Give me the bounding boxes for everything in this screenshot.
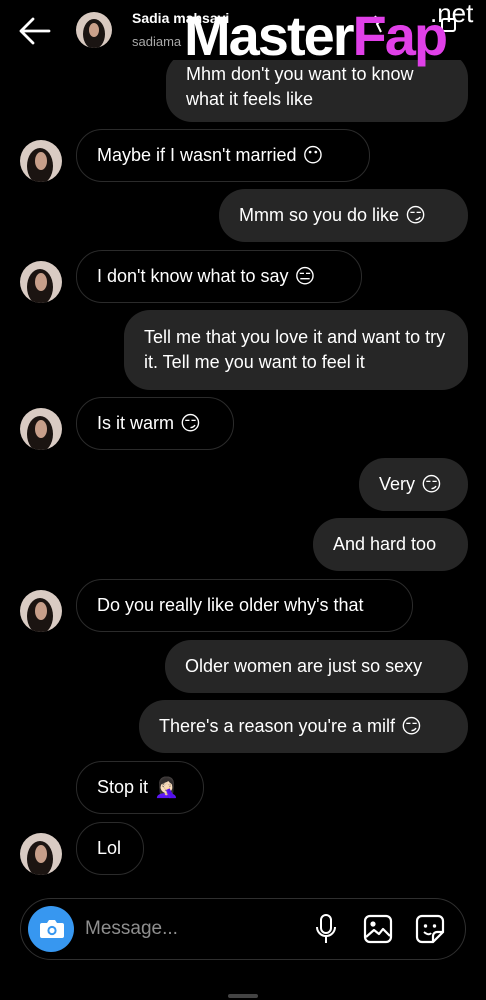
message-received[interactable]: Is it warm 😏 [76,397,234,450]
emoji: 🤦🏻‍♀️ [154,776,179,799]
home-indicator [228,994,258,998]
message-received[interactable]: Lol [76,822,144,875]
message-text: I don't know what to say [97,266,289,286]
back-arrow-icon[interactable] [18,16,52,46]
message-text: Mhm don't you want to know what it feels… [186,64,414,109]
message-sent[interactable]: Mmm so you do like 😏 [219,189,468,242]
emoji: 😶 [302,144,324,167]
message-sent[interactable]: Very 😏 [359,458,468,511]
camera-icon [40,920,64,938]
message-sent[interactable]: There's a reason you're a milf 😏 [139,700,468,753]
message-text: There's a reason you're a milf [159,716,395,736]
message-text: Older women are just so sexy [185,656,423,676]
microphone-icon[interactable] [315,913,337,945]
avatar[interactable] [20,408,62,450]
emoji: 😏 [421,473,442,496]
watermark-suffix: .net [430,0,474,28]
sticker-icon[interactable] [415,914,445,944]
message-text: Tell me that you love it and want to try… [144,327,446,372]
message-text: Maybe if I wasn't married [97,145,297,165]
contact-username: sadiama [132,34,182,49]
avatar[interactable] [20,833,62,875]
message-text: Stop it [97,777,149,797]
emoji: 😏 [405,204,426,227]
emoji: 😏 [180,412,201,435]
message-text: Do you really like older why's that [97,595,364,615]
message-sent[interactable]: Older women are just so sexy [165,640,468,693]
message-text: Lol [97,838,122,858]
watermark-logo: MasterFap .net [184,0,473,64]
gallery-icon[interactable] [363,914,393,944]
message-sent[interactable]: Tell me that you love it and want to try… [124,310,468,390]
watermark-master: Master [184,4,355,67]
header-avatar[interactable] [76,12,112,48]
message-received[interactable]: I don't know what to say 😑 [76,250,362,303]
message-text: Mmm so you do like [239,205,400,225]
message-text: Very [379,474,416,494]
message-sent[interactable]: And hard too [313,518,468,571]
message-composer: Message... [20,898,466,960]
avatar[interactable] [20,590,62,632]
emoji: 😏 [400,715,422,738]
message-input[interactable]: Message... [85,918,178,940]
emoji: 😑 [294,265,316,288]
avatar[interactable] [20,261,62,303]
camera-button[interactable] [28,906,74,952]
avatar[interactable] [20,140,62,182]
message-received[interactable]: Stop it 🤦🏻‍♀️ [76,761,204,814]
message-text: Is it warm [97,413,175,433]
message-received[interactable]: Maybe if I wasn't married 😶 [76,129,370,182]
message-text: And hard too [333,534,437,554]
message-received[interactable]: Do you really like older why's that [76,579,413,632]
